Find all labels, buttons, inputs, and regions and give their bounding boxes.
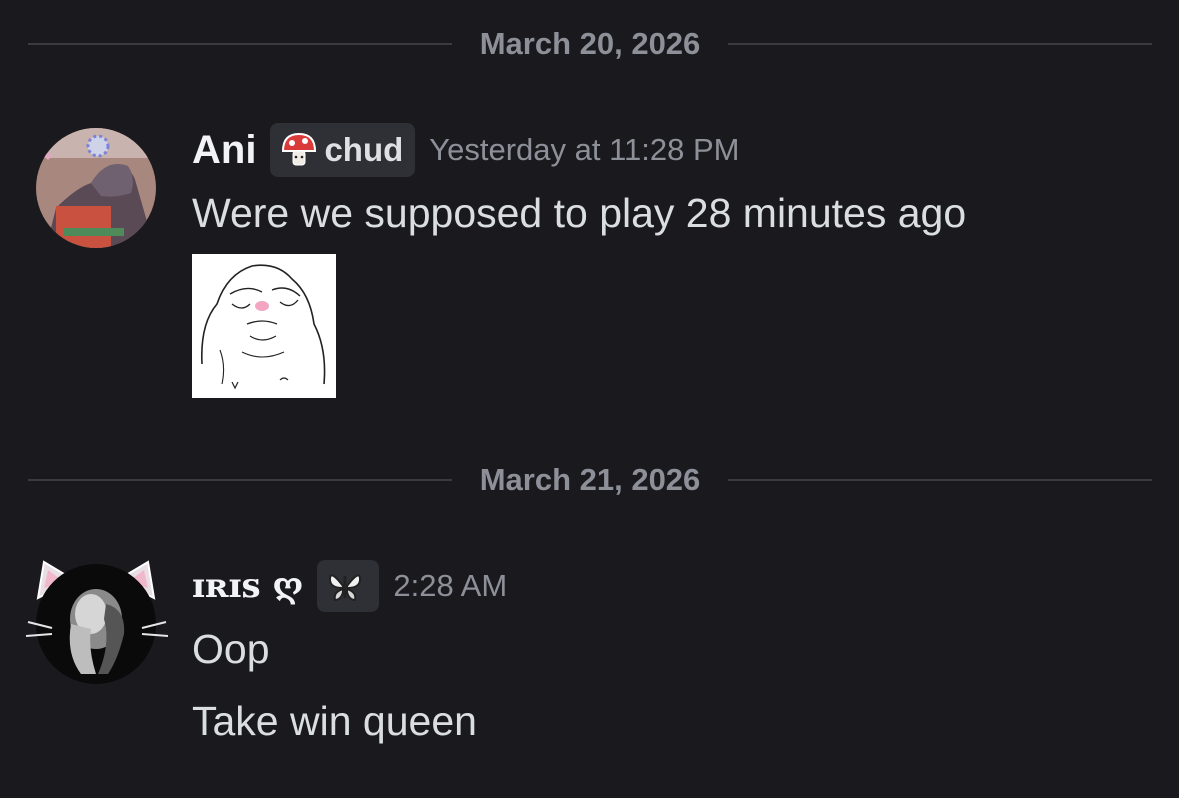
- message-text: Were we supposed to play 28 minutes ago: [192, 190, 967, 236]
- image-attachment[interactable]: [192, 254, 336, 398]
- timestamp[interactable]: Yesterday at 11:28 PM: [429, 132, 739, 168]
- avatar-image: [36, 128, 156, 248]
- divider-line-right: [728, 43, 1152, 45]
- sketch-face-image: [192, 254, 336, 398]
- date-divider: March 20, 2026: [28, 24, 1152, 64]
- divider-line-right: [728, 479, 1152, 481]
- user-tag[interactable]: [317, 560, 380, 612]
- author-name[interactable]: ɪʀɪꜱ ღ: [192, 566, 303, 606]
- divider-date: March 21, 2026: [479, 462, 701, 497]
- message-header: Ani chud Yesterday at 11:28 PM: [192, 120, 739, 180]
- message-text: Take win queen: [192, 698, 477, 744]
- author-name[interactable]: Ani: [192, 128, 256, 173]
- avatar-whiskers: [24, 606, 170, 656]
- butterfly-icon: [329, 574, 362, 602]
- timestamp[interactable]: 2:28 AM: [393, 568, 507, 604]
- tag-label: chud: [324, 131, 404, 168]
- mushroom-icon: [282, 132, 317, 166]
- message-header: ɪʀɪꜱ ღ 2:28 AM: [192, 558, 507, 614]
- divider-line-left: [28, 479, 452, 481]
- divider-line-left: [28, 43, 452, 45]
- whiskers-icon: [25, 621, 169, 637]
- message-text: Oop: [192, 626, 270, 672]
- date-divider: March 21, 2026: [28, 460, 1152, 500]
- user-tag[interactable]: chud: [270, 123, 416, 177]
- avatar[interactable]: [36, 128, 156, 248]
- divider-date: March 20, 2026: [479, 26, 701, 61]
